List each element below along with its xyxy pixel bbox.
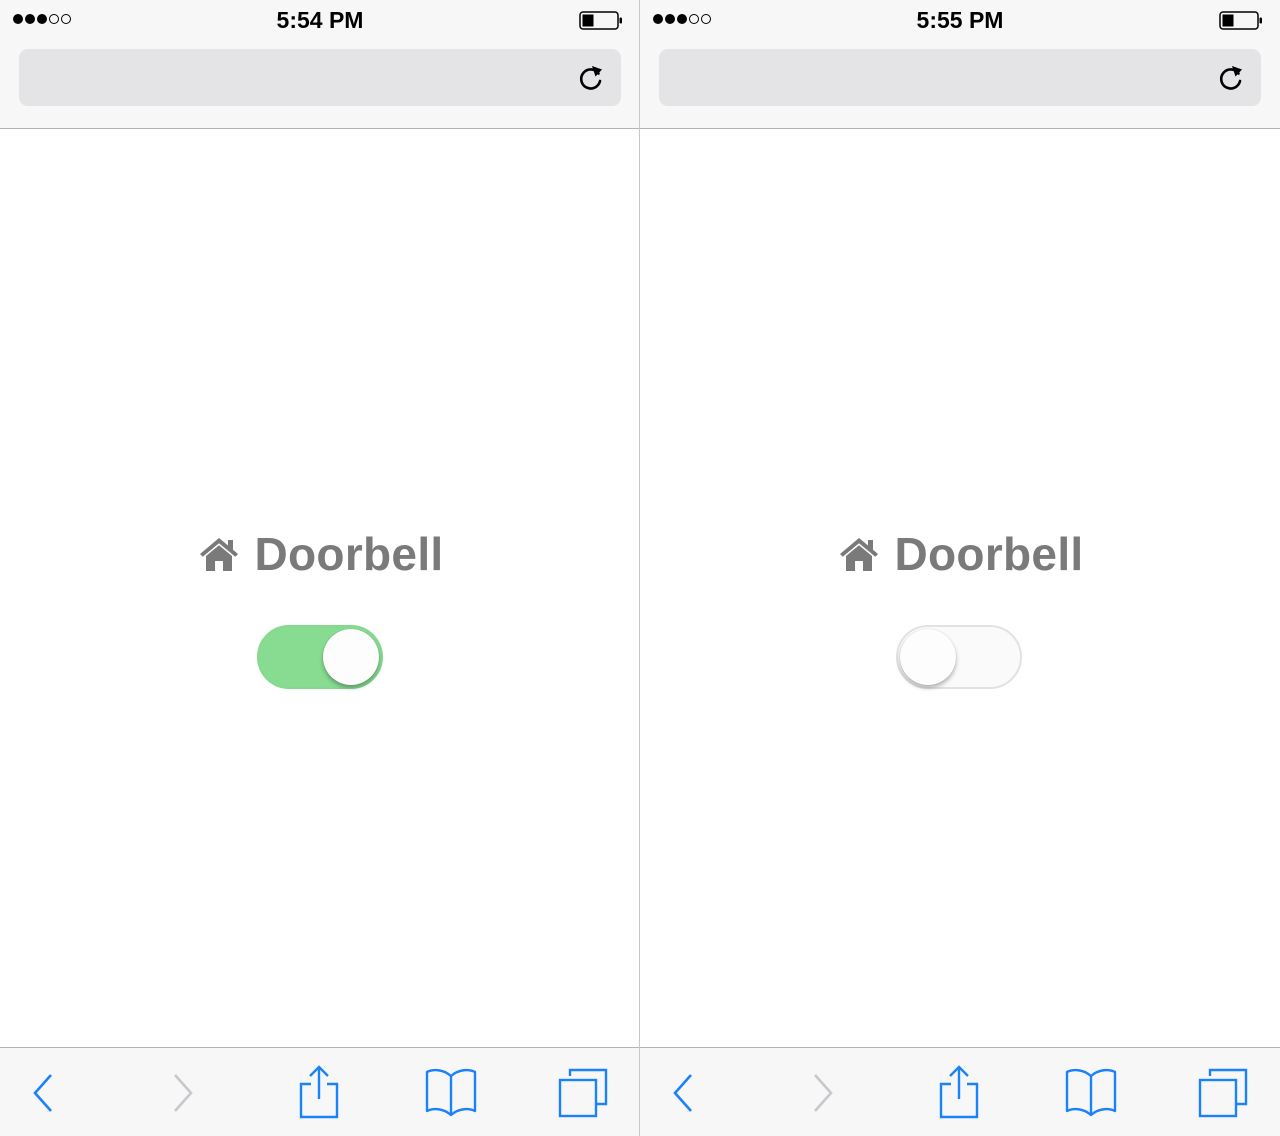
address-bar[interactable] — [659, 49, 1261, 106]
bookmarks-button[interactable] — [422, 1048, 480, 1136]
page-title: Doorbell — [894, 528, 1084, 580]
page-title: Doorbell — [254, 528, 444, 580]
status-time: 5:54 PM — [276, 7, 364, 33]
phone-screen-right: 5:55 PM Doorbell — [640, 0, 1280, 1136]
back-button[interactable] — [23, 1048, 63, 1136]
bookmarks-icon — [1065, 1068, 1117, 1116]
house-icon — [199, 538, 238, 571]
share-button[interactable] — [293, 1048, 345, 1136]
house-icon — [839, 538, 878, 571]
browser-bottom-toolbar — [640, 1047, 1280, 1136]
forward-button[interactable] — [803, 1048, 843, 1136]
forward-icon — [174, 1073, 193, 1112]
forward-button[interactable] — [163, 1048, 203, 1136]
browser-top-bar — [640, 40, 1280, 129]
status-bar: 5:55 PM — [640, 0, 1280, 40]
toggle-knob[interactable] — [323, 629, 379, 685]
reload-icon[interactable] — [1217, 63, 1245, 93]
forward-icon — [814, 1073, 833, 1112]
toggle-knob[interactable] — [900, 629, 956, 685]
back-icon — [673, 1073, 692, 1112]
tabs-button[interactable] — [554, 1048, 612, 1136]
phone-screen-left: 5:54 PM Doorbell — [0, 0, 640, 1136]
page-heading: Doorbell — [640, 527, 1280, 581]
browser-top-bar — [0, 40, 640, 129]
share-icon — [299, 1064, 339, 1118]
reload-icon[interactable] — [577, 63, 605, 93]
doorbell-toggle-switch[interactable] — [896, 625, 1022, 689]
bookmarks-button[interactable] — [1062, 1048, 1120, 1136]
share-button[interactable] — [933, 1048, 985, 1136]
status-bar: 5:54 PM — [0, 0, 640, 40]
battery-icon — [579, 11, 622, 30]
tabs-icon — [1198, 1068, 1248, 1117]
battery-icon — [1219, 11, 1262, 30]
browser-bottom-toolbar — [0, 1047, 640, 1136]
tabs-button[interactable] — [1194, 1048, 1252, 1136]
page-heading: Doorbell — [0, 527, 640, 581]
doorbell-toggle-switch[interactable] — [257, 625, 383, 689]
share-icon — [939, 1064, 979, 1118]
address-bar[interactable] — [19, 49, 621, 106]
back-button[interactable] — [663, 1048, 703, 1136]
status-time: 5:55 PM — [916, 7, 1004, 33]
screen-divider — [639, 0, 640, 1136]
tabs-icon — [558, 1068, 608, 1117]
back-icon — [33, 1073, 52, 1112]
bookmarks-icon — [425, 1068, 477, 1116]
